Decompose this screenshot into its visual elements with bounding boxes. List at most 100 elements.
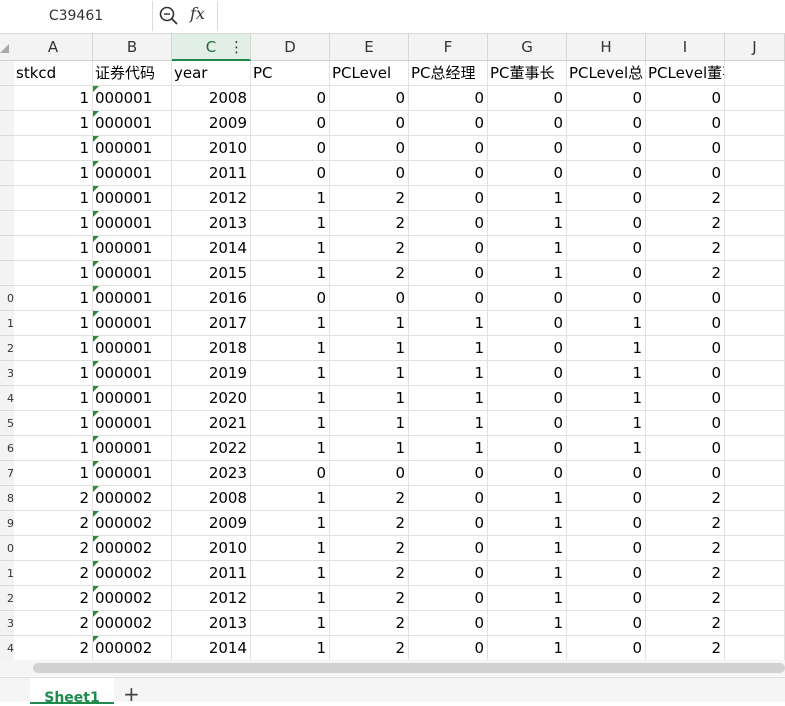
- table-cell[interactable]: 0: [330, 461, 409, 486]
- header-cell-i[interactable]: PCLevel董事长: [646, 61, 725, 86]
- table-cell[interactable]: 1: [488, 486, 567, 511]
- table-cell[interactable]: 000001: [93, 436, 172, 461]
- table-cell[interactable]: [725, 461, 785, 486]
- table-cell[interactable]: 1: [488, 586, 567, 611]
- table-cell[interactable]: 1: [14, 86, 93, 111]
- table-cell[interactable]: 0: [488, 136, 567, 161]
- table-cell[interactable]: 2: [330, 261, 409, 286]
- table-cell[interactable]: 0: [409, 186, 488, 211]
- table-cell[interactable]: 0: [567, 86, 646, 111]
- function-icon[interactable]: fx: [190, 4, 205, 23]
- row-number[interactable]: [0, 61, 14, 86]
- table-cell[interactable]: 000001: [93, 261, 172, 286]
- table-cell[interactable]: 0: [409, 236, 488, 261]
- table-cell[interactable]: 1: [14, 336, 93, 361]
- row-number[interactable]: 5: [0, 411, 14, 436]
- table-cell[interactable]: 2: [330, 186, 409, 211]
- table-cell[interactable]: 0: [488, 386, 567, 411]
- table-cell[interactable]: 0: [409, 636, 488, 661]
- column-menu-icon[interactable]: ⋮: [229, 34, 244, 60]
- sheet-tab[interactable]: Sheet1: [30, 678, 114, 704]
- table-cell[interactable]: 0: [488, 436, 567, 461]
- table-cell[interactable]: 0: [409, 461, 488, 486]
- table-cell[interactable]: 2: [330, 486, 409, 511]
- table-cell[interactable]: 1: [330, 411, 409, 436]
- table-cell[interactable]: 2: [646, 561, 725, 586]
- table-cell[interactable]: [725, 536, 785, 561]
- table-cell[interactable]: 2015: [172, 261, 251, 286]
- table-cell[interactable]: 1: [14, 261, 93, 286]
- table-cell[interactable]: 1: [14, 311, 93, 336]
- table-cell[interactable]: 2018: [172, 336, 251, 361]
- table-cell[interactable]: 000001: [93, 411, 172, 436]
- table-cell[interactable]: 1: [488, 236, 567, 261]
- table-cell[interactable]: 0: [567, 161, 646, 186]
- table-cell[interactable]: 1: [14, 236, 93, 261]
- table-cell[interactable]: 0: [567, 561, 646, 586]
- table-cell[interactable]: [725, 261, 785, 286]
- table-cell[interactable]: 000001: [93, 86, 172, 111]
- table-cell[interactable]: 2010: [172, 136, 251, 161]
- table-cell[interactable]: 1: [251, 386, 330, 411]
- row-number[interactable]: [0, 211, 14, 236]
- row-number[interactable]: 7: [0, 461, 14, 486]
- table-cell[interactable]: [725, 511, 785, 536]
- table-cell[interactable]: 0: [567, 211, 646, 236]
- table-cell[interactable]: 1: [330, 311, 409, 336]
- row-number[interactable]: [0, 261, 14, 286]
- table-cell[interactable]: 0: [488, 311, 567, 336]
- table-cell[interactable]: 000001: [93, 336, 172, 361]
- table-cell[interactable]: 2012: [172, 186, 251, 211]
- table-cell[interactable]: 2011: [172, 161, 251, 186]
- table-cell[interactable]: 2: [330, 611, 409, 636]
- table-cell[interactable]: 0: [646, 86, 725, 111]
- table-cell[interactable]: [725, 636, 785, 661]
- table-cell[interactable]: 2: [14, 536, 93, 561]
- table-cell[interactable]: 0: [409, 536, 488, 561]
- header-cell-h[interactable]: PCLevel总: [567, 61, 646, 86]
- table-cell[interactable]: [725, 386, 785, 411]
- header-cell-a[interactable]: stkcd: [14, 61, 93, 86]
- table-cell[interactable]: 0: [488, 461, 567, 486]
- row-number[interactable]: 2: [0, 586, 14, 611]
- table-cell[interactable]: 0: [488, 361, 567, 386]
- table-cell[interactable]: 1: [251, 311, 330, 336]
- table-cell[interactable]: 1: [251, 361, 330, 386]
- table-cell[interactable]: 0: [646, 411, 725, 436]
- table-cell[interactable]: 2: [330, 636, 409, 661]
- table-cell[interactable]: 1: [488, 561, 567, 586]
- table-cell[interactable]: 2: [646, 536, 725, 561]
- table-cell[interactable]: 1: [567, 411, 646, 436]
- table-cell[interactable]: 0: [409, 86, 488, 111]
- table-cell[interactable]: 1: [251, 186, 330, 211]
- table-cell[interactable]: 0: [409, 486, 488, 511]
- table-cell[interactable]: 0: [646, 361, 725, 386]
- table-cell[interactable]: 000001: [93, 161, 172, 186]
- column-header-b[interactable]: B: [93, 34, 172, 60]
- table-cell[interactable]: 1: [14, 286, 93, 311]
- table-cell[interactable]: 1: [330, 386, 409, 411]
- table-cell[interactable]: 1: [409, 386, 488, 411]
- table-cell[interactable]: 2: [330, 561, 409, 586]
- table-cell[interactable]: 1: [251, 586, 330, 611]
- table-cell[interactable]: 0: [409, 261, 488, 286]
- table-cell[interactable]: 1: [567, 336, 646, 361]
- header-cell-c[interactable]: year: [172, 61, 251, 86]
- table-cell[interactable]: 0: [646, 336, 725, 361]
- table-cell[interactable]: 0: [251, 286, 330, 311]
- table-cell[interactable]: 1: [251, 336, 330, 361]
- add-sheet-button[interactable]: +: [123, 684, 140, 704]
- table-cell[interactable]: [725, 361, 785, 386]
- table-cell[interactable]: 2: [330, 211, 409, 236]
- column-header-e[interactable]: E: [330, 34, 409, 60]
- table-cell[interactable]: 0: [567, 536, 646, 561]
- header-cell-f[interactable]: PC总经理: [409, 61, 488, 86]
- column-header-j[interactable]: J: [725, 34, 785, 60]
- row-number[interactable]: 3: [0, 611, 14, 636]
- row-number[interactable]: [0, 186, 14, 211]
- table-cell[interactable]: 1: [409, 411, 488, 436]
- table-cell[interactable]: 0: [409, 136, 488, 161]
- table-cell[interactable]: 0: [567, 586, 646, 611]
- table-cell[interactable]: 1: [251, 211, 330, 236]
- table-cell[interactable]: 1: [251, 611, 330, 636]
